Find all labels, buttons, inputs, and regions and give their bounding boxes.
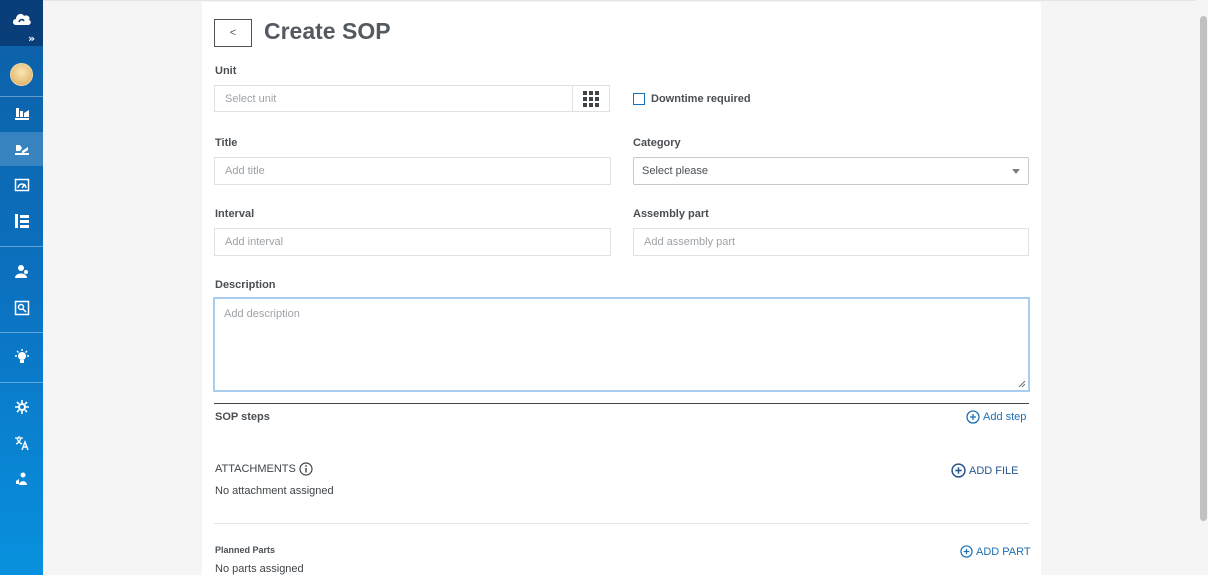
support-icon xyxy=(15,472,27,485)
description-placeholder: Add description xyxy=(224,308,300,320)
chevron-down-icon xyxy=(1012,169,1020,174)
expand-sidebar-icon[interactable]: » xyxy=(28,32,35,45)
plus-circle-icon xyxy=(966,410,980,424)
description-textarea[interactable]: Add description xyxy=(213,297,1030,392)
title-label: Title xyxy=(215,137,238,149)
cloud-logo-icon xyxy=(13,13,31,25)
unit-input[interactable]: Select unit xyxy=(214,85,573,112)
description-label: Description xyxy=(215,279,276,291)
gauge-icon xyxy=(14,178,29,192)
sidebar: » xyxy=(0,0,43,575)
assembly-part-label: Assembly part xyxy=(633,208,709,220)
sidebar-item-users[interactable] xyxy=(0,254,43,288)
section-divider xyxy=(214,523,1029,524)
sidebar-item-dashboard[interactable] xyxy=(0,168,43,202)
plant-icon xyxy=(14,108,29,120)
top-border xyxy=(43,0,1208,1)
sop-steps-title: SOP steps xyxy=(215,411,270,423)
brand-logo[interactable]: » xyxy=(0,0,43,46)
section-divider xyxy=(214,403,1029,404)
gear-icon xyxy=(14,400,29,414)
sidebar-item-structure[interactable] xyxy=(0,204,43,238)
add-file-label: ADD FILE xyxy=(969,464,1019,477)
planned-parts-empty-text: No parts assigned xyxy=(215,563,304,575)
sidebar-divider xyxy=(0,246,43,247)
sidebar-item-maintenance[interactable] xyxy=(0,132,43,166)
add-part-label: ADD PART xyxy=(976,545,1031,558)
interval-label: Interval xyxy=(215,208,255,220)
page-title: Create SOP xyxy=(264,18,391,44)
category-select[interactable]: Select please xyxy=(633,157,1029,185)
translate-icon xyxy=(14,436,29,451)
attachments-empty-text: No attachment assigned xyxy=(215,485,334,497)
downtime-checkbox[interactable] xyxy=(633,93,645,105)
sidebar-item-plant[interactable] xyxy=(0,96,43,130)
unit-picker-button[interactable] xyxy=(572,85,610,112)
planned-parts-title: Planned Parts xyxy=(215,545,276,555)
maintenance-icon xyxy=(14,145,29,155)
sidebar-item-language[interactable] xyxy=(0,426,43,460)
add-step-label: Add step xyxy=(983,411,1027,423)
tree-icon xyxy=(14,214,29,228)
category-label: Category xyxy=(633,137,681,149)
plus-circle-icon xyxy=(960,545,973,558)
sidebar-item-settings[interactable] xyxy=(0,390,43,424)
info-icon[interactable] xyxy=(299,462,313,476)
downtime-label[interactable]: Downtime required xyxy=(651,93,751,105)
sidebar-item-insights[interactable] xyxy=(0,340,43,374)
resize-handle-icon[interactable] xyxy=(1018,380,1026,388)
grid-icon xyxy=(583,90,599,107)
category-select-value: Select please xyxy=(642,165,709,177)
assembly-part-input[interactable]: Add assembly part xyxy=(633,228,1029,256)
back-button[interactable]: < xyxy=(214,19,252,47)
unit-label: Unit xyxy=(215,65,237,77)
people-icon xyxy=(14,265,28,278)
add-step-button[interactable]: Add step xyxy=(966,410,1026,424)
user-avatar[interactable] xyxy=(10,63,33,86)
plus-circle-icon xyxy=(951,463,966,478)
title-input[interactable]: Add title xyxy=(214,157,611,185)
lightbulb-icon xyxy=(14,349,29,363)
sidebar-divider xyxy=(0,382,43,383)
attachments-title: ATTACHMENTS xyxy=(215,463,296,475)
sidebar-divider xyxy=(0,332,43,333)
scrollbar-thumb[interactable] xyxy=(1200,16,1207,521)
report-icon xyxy=(14,300,29,316)
sidebar-item-reports[interactable] xyxy=(0,291,43,325)
interval-input[interactable]: Add interval xyxy=(214,228,611,256)
add-file-button[interactable]: ADD FILE xyxy=(951,463,1019,478)
add-part-button[interactable]: ADD PART xyxy=(960,545,1031,558)
sidebar-item-support[interactable] xyxy=(0,462,43,496)
